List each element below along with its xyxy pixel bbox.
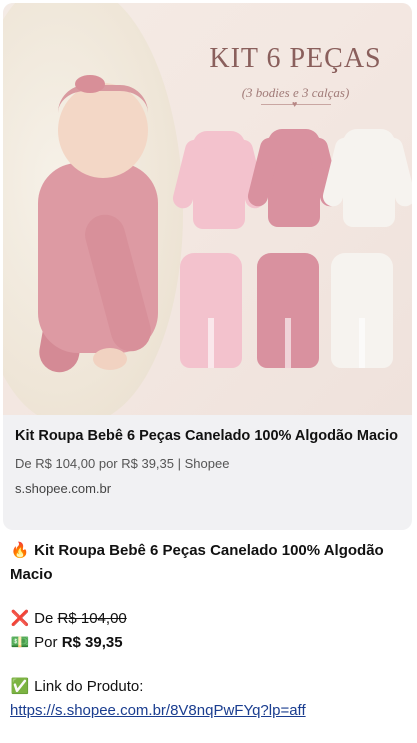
pants-light-pink: [180, 253, 242, 368]
bodysuit-pink: [268, 129, 320, 227]
new-price-line: 💵 Por R$ 39,35: [10, 631, 410, 655]
image-heading: KIT 6 PEÇAS: [209, 43, 382, 74]
check-mark-icon: ✅: [10, 678, 30, 695]
preview-domain: s.shopee.com.br: [15, 481, 112, 496]
preview-title[interactable]: Kit Roupa Bebê 6 Peças Canelado 100% Alg…: [15, 425, 400, 447]
bodysuit-white: [343, 129, 395, 227]
pants-pink: [257, 253, 319, 368]
headline-text: Kit Roupa Bebê 6 Peças Canelado 100% Alg…: [10, 542, 384, 583]
baby-feet: [93, 348, 127, 370]
link-url-line: https://s.shopee.com.br/8V8nqPwFYq?lp=af…: [10, 699, 410, 723]
old-price-line: ❌ De R$ 104,00: [10, 607, 410, 631]
old-price-value: R$ 104,00: [57, 610, 127, 627]
link-label-line: ✅ Link do Produto:: [10, 675, 410, 699]
product-preview-image[interactable]: KIT 6 PEÇAS (3 bodies e 3 calças) ♥: [3, 3, 412, 415]
pants-white: [331, 253, 393, 368]
headband: [58, 85, 148, 113]
headband-bow: [75, 75, 105, 93]
bodysuit-light-pink: [193, 131, 245, 229]
new-price-value: R$ 39,35: [61, 634, 123, 651]
preview-price-meta: De R$ 104,00 por R$ 39,35 | Shopee: [15, 456, 230, 471]
old-price-prefix: De: [34, 610, 54, 627]
cross-mark-icon: ❌: [10, 610, 30, 627]
link-preview-card[interactable]: KIT 6 PEÇAS (3 bodies e 3 calças) ♥ Kit …: [3, 3, 412, 530]
link-label: Link do Produto:: [34, 678, 144, 695]
headline-line: 🔥 Kit Roupa Bebê 6 Peças Canelado 100% A…: [10, 539, 410, 587]
new-price-prefix: Por: [34, 634, 58, 651]
heart-icon: ♥: [292, 99, 298, 109]
message-text: 🔥 Kit Roupa Bebê 6 Peças Canelado 100% A…: [10, 539, 410, 723]
money-icon: 💵: [10, 634, 30, 651]
fire-icon: 🔥: [10, 542, 30, 559]
product-link[interactable]: https://s.shopee.com.br/8V8nqPwFYq?lp=af…: [10, 702, 306, 719]
